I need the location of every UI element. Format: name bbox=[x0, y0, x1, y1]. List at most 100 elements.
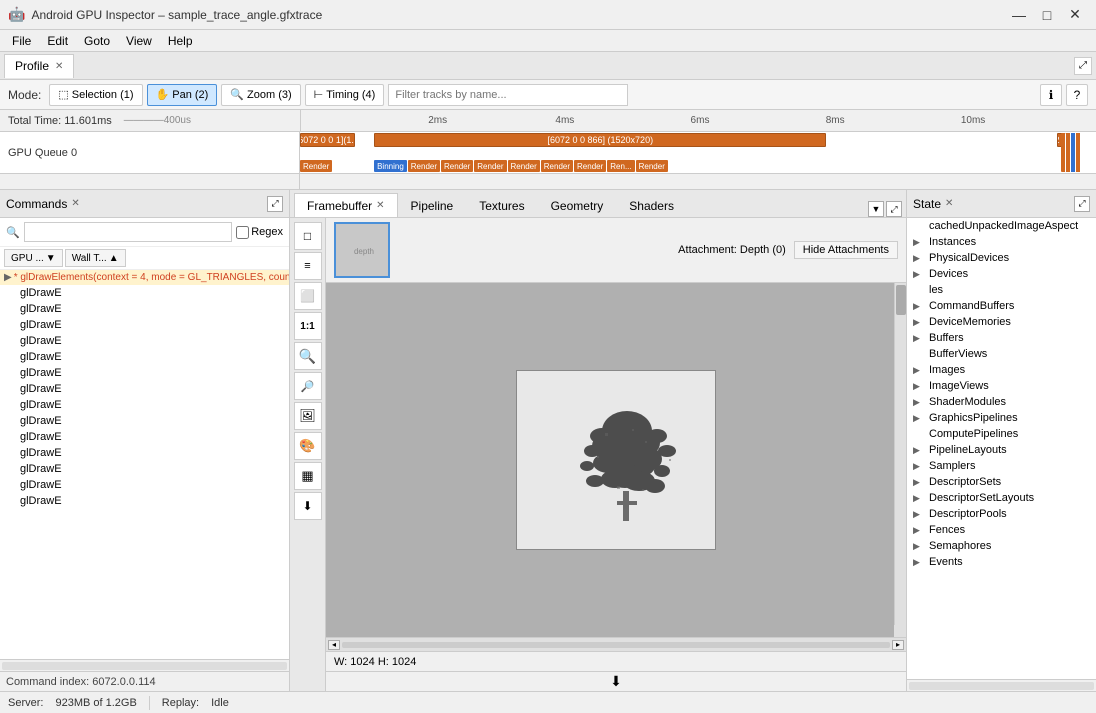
fb-tool-crop[interactable]: ⬜ bbox=[294, 282, 322, 310]
minimize-button[interactable]: — bbox=[1006, 5, 1032, 25]
fb-tool-channels[interactable]: ≡ bbox=[294, 252, 322, 280]
tab-profile[interactable]: Profile ✕ bbox=[4, 54, 74, 78]
fb-tool-zoom-in[interactable]: 🔍 bbox=[294, 342, 322, 370]
state-hscroll[interactable] bbox=[907, 679, 1096, 691]
track-hscroll-bar[interactable] bbox=[300, 174, 1080, 189]
state-close[interactable]: ✕ bbox=[945, 198, 953, 209]
command-row-selected[interactable]: ▶ * glDrawElements(context = 4, mode = G… bbox=[0, 270, 289, 285]
gpu-block-1[interactable]: [6072 0 0 1](1... bbox=[300, 133, 355, 147]
tool-pan[interactable]: ✋ Pan (2) bbox=[147, 84, 218, 106]
hscroll-left[interactable]: ◂ bbox=[328, 640, 340, 650]
fb-tool-1to1[interactable]: 1:1 bbox=[294, 312, 322, 340]
state-item-devices[interactable]: ▶ Devices bbox=[907, 266, 1096, 282]
state-item-buffers[interactable]: ▶ Buffers bbox=[907, 330, 1096, 346]
render-label-7: Render bbox=[574, 160, 606, 172]
state-item-fences[interactable]: ▶ Fences bbox=[907, 522, 1096, 538]
tab-geometry[interactable]: Geometry bbox=[538, 193, 617, 217]
state-item-descpools[interactable]: ▶ DescriptorPools bbox=[907, 506, 1096, 522]
tool-zoom[interactable]: 🔍 Zoom (3) bbox=[221, 84, 300, 106]
center-tab-right: ▼ ⤢ bbox=[868, 201, 902, 217]
menu-file[interactable]: File bbox=[4, 32, 39, 50]
state-item-shadermod[interactable]: ▶ ShaderModules bbox=[907, 394, 1096, 410]
center-tab-chevron[interactable]: ▼ bbox=[868, 201, 884, 217]
state-item-events[interactable]: ▶ Events bbox=[907, 554, 1096, 570]
download-icon-bottom[interactable]: ⬇ bbox=[610, 673, 622, 690]
viewer-vscroll-thumb[interactable] bbox=[896, 285, 906, 315]
commands-search-input[interactable] bbox=[24, 222, 233, 242]
menu-edit[interactable]: Edit bbox=[39, 32, 76, 50]
info-button[interactable]: ℹ bbox=[1040, 84, 1062, 106]
command-row-6[interactable]: glDrawE bbox=[0, 365, 289, 381]
hide-attachments-button[interactable]: Hide Attachments bbox=[794, 241, 898, 259]
gpu-sort-button[interactable]: GPU ... ▼ bbox=[4, 249, 63, 267]
state-item-computepipe[interactable]: ComputePipelines bbox=[907, 426, 1096, 442]
regex-checkbox-label[interactable]: Regex bbox=[236, 226, 283, 239]
command-row-12[interactable]: glDrawE bbox=[0, 461, 289, 477]
maximize-button[interactable]: □ bbox=[1034, 5, 1060, 25]
command-row-7[interactable]: glDrawE bbox=[0, 381, 289, 397]
state-item-instances[interactable]: ▶ Instances bbox=[907, 234, 1096, 250]
center-tab-expand[interactable]: ⤢ bbox=[886, 201, 902, 217]
command-row-3[interactable]: glDrawE bbox=[0, 317, 289, 333]
state-item-graphicspipe[interactable]: ▶ GraphicsPipelines bbox=[907, 410, 1096, 426]
tab-shaders[interactable]: Shaders bbox=[616, 193, 687, 217]
hscroll-track[interactable] bbox=[342, 642, 890, 648]
framebuffer-tab-close[interactable]: ✕ bbox=[376, 200, 384, 211]
state-item-cached[interactable]: cachedUnpackedImageAspect bbox=[907, 218, 1096, 234]
commands-close[interactable]: ✕ bbox=[71, 198, 79, 209]
fb-tool-download[interactable]: ⬇ bbox=[294, 492, 322, 520]
state-item-images[interactable]: ▶ Images bbox=[907, 362, 1096, 378]
commands-expand[interactable]: ⤢ bbox=[267, 196, 283, 212]
menu-view[interactable]: View bbox=[118, 32, 160, 50]
fb-tool-color[interactable]: 🎨 bbox=[294, 432, 322, 460]
viewer-hscroll[interactable]: ◂ ▸ bbox=[326, 637, 906, 651]
gpu-track-content[interactable]: [6072 0 0 1](1... [6072 0 0 866] (1520x7… bbox=[300, 132, 1080, 173]
fb-tool-image[interactable]: 🖼 bbox=[294, 402, 322, 430]
menu-help[interactable]: Help bbox=[160, 32, 201, 50]
tab-framebuffer[interactable]: Framebuffer ✕ bbox=[294, 193, 398, 217]
depth-attachment-thumb[interactable]: depth bbox=[334, 222, 390, 278]
track-hscroll[interactable] bbox=[0, 174, 1096, 190]
state-expand[interactable]: ⤢ bbox=[1074, 196, 1090, 212]
command-row-13[interactable]: glDrawE bbox=[0, 477, 289, 493]
menu-goto[interactable]: Goto bbox=[76, 32, 118, 50]
state-item-bufferviews[interactable]: BufferViews bbox=[907, 346, 1096, 362]
help-button[interactable]: ? bbox=[1066, 84, 1088, 106]
command-row-2[interactable]: glDrawE bbox=[0, 301, 289, 317]
wall-sort-button[interactable]: Wall T... ▲ bbox=[65, 249, 126, 267]
state-item-les[interactable]: les bbox=[907, 282, 1096, 298]
command-row-4[interactable]: glDrawE bbox=[0, 333, 289, 349]
state-item-imageviews[interactable]: ▶ ImageViews bbox=[907, 378, 1096, 394]
tab-textures[interactable]: Textures bbox=[466, 193, 537, 217]
fb-tool-select[interactable]: □ bbox=[294, 222, 322, 250]
commands-hscroll[interactable] bbox=[0, 659, 289, 671]
fb-tool-checker[interactable]: ▦ bbox=[294, 462, 322, 490]
command-row-1[interactable]: glDrawE bbox=[0, 285, 289, 301]
filter-input[interactable] bbox=[388, 84, 628, 106]
command-row-9[interactable]: glDrawE bbox=[0, 413, 289, 429]
state-item-physical[interactable]: ▶ PhysicalDevices bbox=[907, 250, 1096, 266]
command-row-10[interactable]: glDrawE bbox=[0, 429, 289, 445]
state-item-cmdbuffers[interactable]: ▶ CommandBuffers bbox=[907, 298, 1096, 314]
close-button[interactable]: ✕ bbox=[1062, 5, 1088, 25]
fb-tool-zoom-out[interactable]: 🔎 bbox=[294, 372, 322, 400]
state-item-devmem[interactable]: ▶ DeviceMemories bbox=[907, 314, 1096, 330]
command-row-14[interactable]: glDrawE bbox=[0, 493, 289, 509]
command-row-11[interactable]: glDrawE bbox=[0, 445, 289, 461]
hscroll-right[interactable]: ▸ bbox=[892, 640, 904, 650]
state-item-samplers[interactable]: ▶ Samplers bbox=[907, 458, 1096, 474]
gpu-block-2[interactable]: [6072 0 0 866] (1520x720) bbox=[374, 133, 826, 147]
state-item-descsets[interactable]: ▶ DescriptorSets bbox=[907, 474, 1096, 490]
state-item-semaphores[interactable]: ▶ Semaphores bbox=[907, 538, 1096, 554]
tab-profile-close[interactable]: ✕ bbox=[55, 61, 63, 72]
state-item-descsetlayouts[interactable]: ▶ DescriptorSetLayouts bbox=[907, 490, 1096, 506]
viewer-vscroll[interactable] bbox=[894, 283, 906, 625]
tool-selection[interactable]: ⬚ Selection (1) bbox=[49, 84, 142, 106]
tool-timing[interactable]: ⊢ Timing (4) bbox=[305, 84, 385, 106]
tab-expand-button[interactable]: ⤢ bbox=[1074, 57, 1092, 75]
tab-pipeline[interactable]: Pipeline bbox=[398, 193, 467, 217]
state-item-pipelay[interactable]: ▶ PipelineLayouts bbox=[907, 442, 1096, 458]
command-row-5[interactable]: glDrawE bbox=[0, 349, 289, 365]
command-row-8[interactable]: glDrawE bbox=[0, 397, 289, 413]
regex-checkbox[interactable] bbox=[236, 226, 249, 239]
